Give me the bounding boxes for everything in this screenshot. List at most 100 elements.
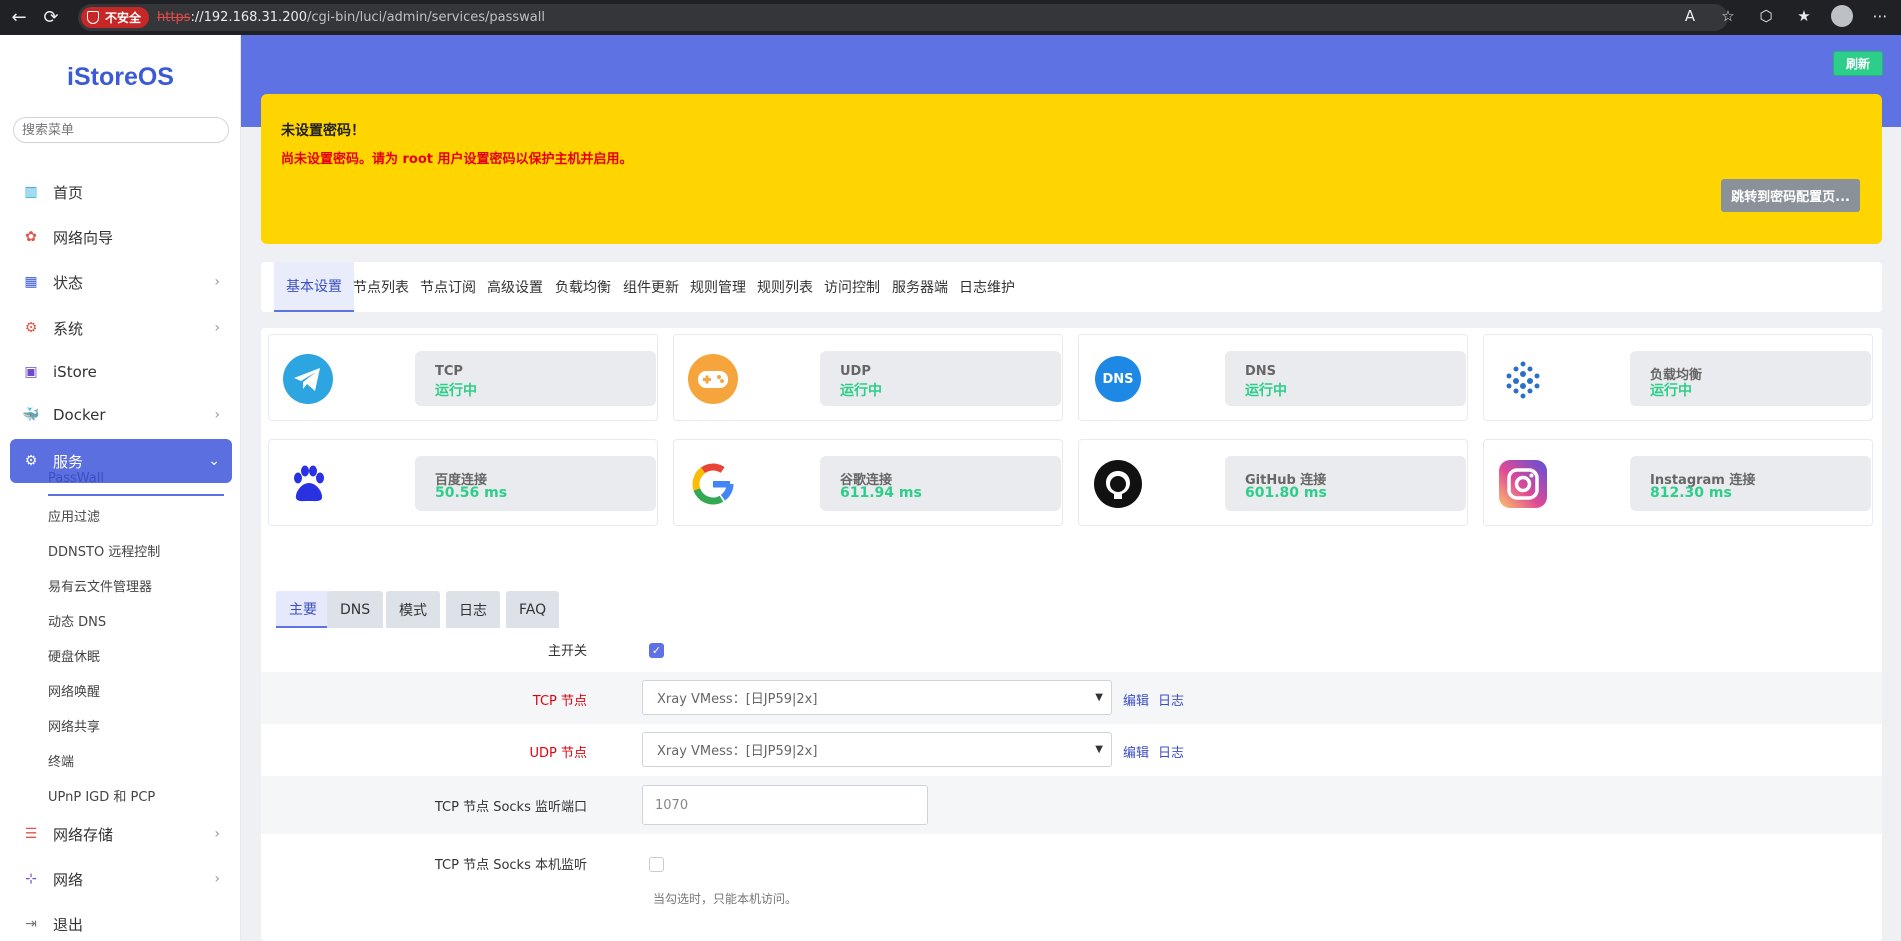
sidebar-item-services[interactable]: ⚙ 服务 ⌄ — [10, 439, 232, 483]
sidebar-item-network-wizard[interactable]: ✿ 网络向导 — [10, 217, 232, 257]
goto-password-button[interactable]: 跳转到密码配置页... — [1721, 179, 1860, 212]
gear-icon: ⚙ — [24, 320, 38, 336]
status-baidu: 百度连接 50.56 ms — [268, 439, 658, 526]
chevron-down-icon: ⌄ — [208, 453, 220, 469]
form-tab-dns[interactable]: DNS — [327, 591, 384, 628]
row-main-switch: 主开关 ✓ — [261, 628, 1882, 672]
udp-node-log-link[interactable]: 日志 — [1158, 742, 1184, 761]
row-udp-node: UDP 节点 Xray VMess：[日JP59|2x] ▼ 编辑 日志 — [261, 724, 1882, 776]
sidebar-item-docker[interactable]: 🐳 Docker › — [10, 395, 232, 435]
chevron-right-icon: › — [214, 274, 220, 290]
form-tab-faq[interactable]: FAQ — [506, 591, 560, 628]
insecure-badge[interactable]: 不安全 — [81, 7, 150, 28]
row-socks-local: TCP 节点 Socks 本机监听 当勾选时，只能本机访问。 — [261, 834, 1882, 941]
main-content: 刷新 未设置密码！ 尚未设置密码。请为 root 用户设置密码以保护主机并启用。… — [241, 35, 1901, 941]
reload-icon[interactable]: ⟳ — [38, 5, 64, 31]
chevron-right-icon: › — [214, 407, 220, 423]
wizard-icon: ✿ — [25, 229, 37, 245]
form-tab-main[interactable]: 主要 — [276, 591, 330, 628]
udp-node-label: UDP 节点 — [529, 746, 588, 761]
udp-node-edit-link[interactable]: 编辑 — [1123, 742, 1149, 761]
extensions-icon[interactable]: ⬡ — [1755, 5, 1777, 27]
sidebar-item-status[interactable]: ▦ 状态 › — [10, 262, 232, 302]
services-gear-icon: ⚙ — [24, 453, 38, 469]
socks-port-input[interactable]: 1070 — [642, 785, 928, 825]
refresh-button[interactable]: 刷新 — [1832, 51, 1883, 76]
status-udp: UDP 运行中 — [673, 334, 1063, 421]
tab-log-maintain[interactable]: 日志维护 — [947, 262, 1027, 312]
status-github: GitHub 连接 601.80 ms — [1078, 439, 1468, 526]
more-menu-icon[interactable]: ⋯ — [1869, 5, 1891, 27]
socks-local-checkbox[interactable] — [649, 857, 664, 872]
tcp-node-edit-link[interactable]: 编辑 — [1123, 690, 1149, 709]
main-switch-label: 主开关 — [547, 644, 587, 659]
docker-icon: 🐳 — [22, 407, 40, 423]
sub-item-wol[interactable]: 网络唤醒 — [48, 681, 100, 700]
sidebar-item-logout[interactable]: ⇥ 退出 — [10, 904, 232, 941]
tcp-node-select[interactable]: Xray VMess：[日JP59|2x] ▼ — [642, 680, 1112, 715]
logo[interactable]: iStoreOS — [0, 63, 241, 92]
sub-item-app-filter[interactable]: 应用过滤 — [48, 506, 100, 525]
address-bar[interactable]: 不安全 https://192.168.31.200/cgi-bin/luci/… — [78, 4, 1728, 31]
tcp-node-log-link[interactable]: 日志 — [1158, 690, 1184, 709]
password-alert: 未设置密码！ 尚未设置密码。请为 root 用户设置密码以保护主机并启用。 跳转… — [261, 94, 1882, 244]
github-icon — [1093, 459, 1143, 509]
sub-item-ddns[interactable]: 动态 DNS — [48, 611, 106, 630]
alert-message: 尚未设置密码。请为 root 用户设置密码以保护主机并启用。 — [281, 152, 633, 167]
read-aloud-icon[interactable]: A — [1679, 5, 1701, 27]
sidebar-item-home[interactable]: ▥ 首页 — [10, 172, 232, 212]
telegram-icon — [283, 354, 333, 404]
sidebar-item-system[interactable]: ⚙ 系统 › — [10, 308, 232, 348]
google-icon — [688, 459, 738, 509]
storage-icon: ☰ — [24, 826, 38, 842]
sub-item-ddnsto[interactable]: DDNSTO 远程控制 — [48, 541, 160, 560]
socks-port-label: TCP 节点 Socks 监听端口 — [434, 800, 587, 815]
sidebar-item-istore[interactable]: ▣ iStore — [10, 352, 232, 392]
status-value: 运行中 — [1650, 383, 1692, 399]
status-value: 运行中 — [435, 383, 477, 399]
instagram-icon — [1498, 459, 1548, 509]
network-icon: ⊹ — [25, 871, 37, 887]
status-instagram: Instagram 连接 812.30 ms — [1483, 439, 1873, 526]
status-value: 611.94 ms — [840, 485, 922, 501]
alert-title: 未设置密码！ — [281, 123, 365, 139]
form-tab-mode[interactable]: 模式 — [386, 591, 440, 628]
status-value: 50.56 ms — [435, 485, 508, 501]
sidebar-item-network-storage[interactable]: ☰ 网络存储 › — [10, 814, 232, 854]
favorites-bar-icon[interactable]: ★ — [1793, 5, 1815, 27]
profile-avatar[interactable] — [1831, 5, 1853, 27]
main-switch-checkbox[interactable]: ✓ — [649, 643, 664, 658]
logout-icon: ⇥ — [25, 916, 37, 932]
udp-node-select[interactable]: Xray VMess：[日JP59|2x] ▼ — [642, 732, 1112, 767]
tcp-node-label: TCP 节点 — [532, 694, 587, 709]
menu-search-input[interactable] — [13, 117, 229, 143]
status-panel: TCP 运行中 UDP 运行中 DNS DNS 运行中 负载均衡 运行中 百度连接 50 — [261, 328, 1882, 576]
sub-item-disk-sleep[interactable]: 硬盘休眠 — [48, 646, 100, 665]
socks-local-label: TCP 节点 Socks 本机监听 — [434, 858, 587, 873]
chevron-right-icon: › — [214, 320, 220, 336]
sub-item-network-share[interactable]: 网络共享 — [48, 716, 100, 735]
socks-local-hint: 当勾选时，只能本机访问。 — [653, 892, 798, 906]
sub-item-file-manager[interactable]: 易有云文件管理器 — [48, 576, 152, 595]
row-socks-port: TCP 节点 Socks 监听端口 1070 — [261, 776, 1882, 834]
back-icon[interactable]: ← — [6, 5, 32, 31]
form-tab-log[interactable]: 日志 — [446, 591, 500, 628]
row-tcp-node: TCP 节点 Xray VMess：[日JP59|2x] ▼ 编辑 日志 — [261, 672, 1882, 724]
favorite-star-icon[interactable]: ☆ — [1717, 5, 1739, 27]
sub-item-upnp[interactable]: UPnP IGD 和 PCP — [48, 786, 155, 805]
gamepad-icon — [688, 354, 738, 404]
sub-item-terminal[interactable]: 终端 — [48, 751, 74, 770]
load-balance-icon — [1498, 354, 1548, 404]
dashboard-icon: ▥ — [24, 184, 38, 200]
active-underline — [48, 494, 224, 496]
sidebar: iStoreOS ▥ 首页 ✿ 网络向导 ▦ 状态 › ⚙ 系统 › ▣ iSt… — [0, 35, 241, 941]
chevron-down-icon: ▼ — [1095, 692, 1103, 703]
sidebar-item-network[interactable]: ⊹ 网络 › — [10, 859, 232, 899]
grid-icon: ▦ — [24, 274, 38, 290]
status-value: 运行中 — [1245, 383, 1287, 399]
sub-item-passwall[interactable]: PassWall — [48, 471, 104, 486]
status-value: 601.80 ms — [1245, 485, 1327, 501]
status-dns: DNS DNS 运行中 — [1078, 334, 1468, 421]
status-google: 谷歌连接 611.94 ms — [673, 439, 1063, 526]
store-bag-icon: ▣ — [24, 364, 38, 380]
